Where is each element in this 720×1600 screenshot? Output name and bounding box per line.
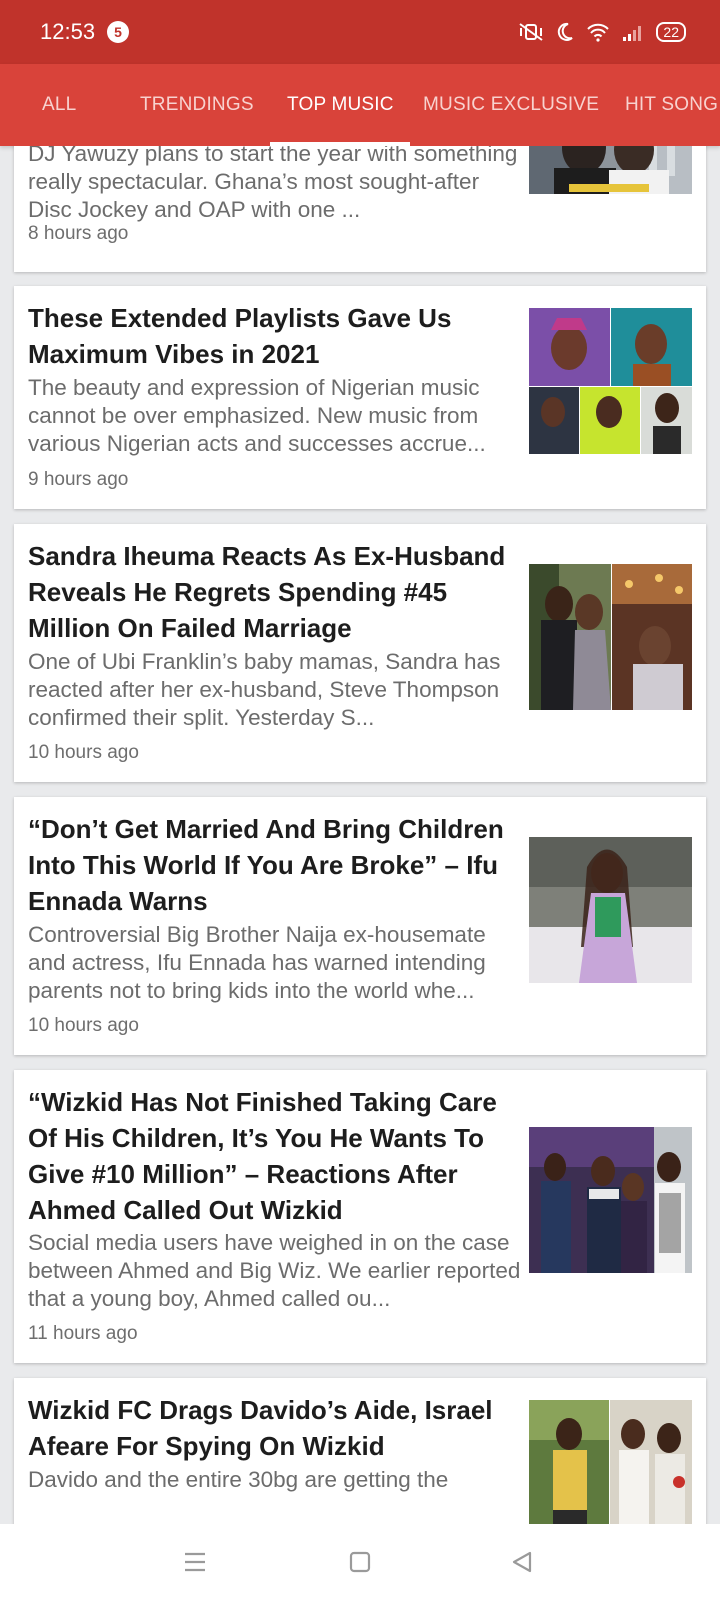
article-excerpt: The beauty and expression of Nigerian mu… xyxy=(28,375,486,456)
article-feed[interactable]: DJ Yawuzy plans to start the year with s… xyxy=(0,146,720,1524)
tab-all[interactable]: ALL xyxy=(42,64,76,146)
article-excerpt: Controversial Big Brother Naija ex-house… xyxy=(28,922,486,1003)
article-thumbnail[interactable] xyxy=(529,837,692,983)
home-button[interactable] xyxy=(340,1544,380,1580)
system-nav-bar xyxy=(0,1524,720,1600)
article-time: 10 hours ago xyxy=(28,742,139,763)
article-excerpt: Davido and the entire 30bg are getting t… xyxy=(28,1467,449,1492)
notification-count-badge: 5 xyxy=(107,21,130,43)
article-thumbnail[interactable] xyxy=(529,564,692,710)
article-title: Sandra Iheuma Reacts As Ex-Husband Revea… xyxy=(28,541,506,643)
status-bar: 12:53 5 22 xyxy=(0,0,720,64)
tab-hit-song[interactable]: HIT SONG xyxy=(625,64,718,146)
article-excerpt: DJ Yawuzy plans to start the year with s… xyxy=(28,146,518,222)
article-time: 8 hours ago xyxy=(28,223,129,244)
article-thumbnail[interactable] xyxy=(529,1127,692,1273)
article-thumbnail[interactable] xyxy=(529,146,692,194)
article-title: “Don’t Get Married And Bring Children In… xyxy=(28,814,504,916)
article-time: 11 hours ago xyxy=(28,1323,138,1344)
triangle-back-icon xyxy=(512,1551,532,1573)
clock: 12:53 xyxy=(40,19,96,44)
article-card[interactable]: DJ Yawuzy plans to start the year with s… xyxy=(14,146,706,272)
article-excerpt: Social media users have weighed in on th… xyxy=(28,1230,521,1311)
article-excerpt: One of Ubi Franklin’s baby mamas, Sandra… xyxy=(28,649,501,730)
article-time: 9 hours ago xyxy=(28,469,129,490)
square-icon xyxy=(349,1551,371,1573)
article-title: Wizkid FC Drags Davido’s Aide, Israel Af… xyxy=(28,1395,493,1461)
moon-icon xyxy=(558,22,574,41)
tab-trendings[interactable]: TRENDINGS xyxy=(140,64,254,146)
back-button[interactable] xyxy=(502,1544,542,1580)
category-tab-bar: ALL TRENDINGS TOP MUSIC MUSIC EXCLUSIVE … xyxy=(0,64,720,146)
article-card[interactable]: Wizkid FC Drags Davido’s Aide, Israel Af… xyxy=(14,1378,706,1524)
article-time: 10 hours ago xyxy=(28,1015,139,1036)
vibrate-off-icon xyxy=(519,23,544,41)
tab-music-exclusive[interactable]: MUSIC EXCLUSIVE xyxy=(423,64,599,146)
tab-top-music[interactable]: TOP MUSIC xyxy=(287,64,394,146)
signal-icon xyxy=(623,26,642,41)
recent-apps-button[interactable] xyxy=(175,1544,215,1580)
article-card[interactable]: These Extended Playlists Gave Us Maximum… xyxy=(14,286,706,509)
menu-lines-icon xyxy=(185,1552,205,1572)
article-thumbnail[interactable] xyxy=(529,1400,692,1524)
article-title: “Wizkid Has Not Finished Taking Care Of … xyxy=(28,1087,497,1225)
article-card[interactable]: “Don’t Get Married And Bring Children In… xyxy=(14,797,706,1055)
battery-icon: 22 xyxy=(656,22,686,42)
article-thumbnail[interactable] xyxy=(529,308,692,454)
article-card[interactable]: “Wizkid Has Not Finished Taking Care Of … xyxy=(14,1070,706,1363)
article-title: These Extended Playlists Gave Us Maximum… xyxy=(28,303,452,369)
wifi-icon xyxy=(587,23,610,42)
article-card[interactable]: Sandra Iheuma Reacts As Ex-Husband Revea… xyxy=(14,524,706,782)
